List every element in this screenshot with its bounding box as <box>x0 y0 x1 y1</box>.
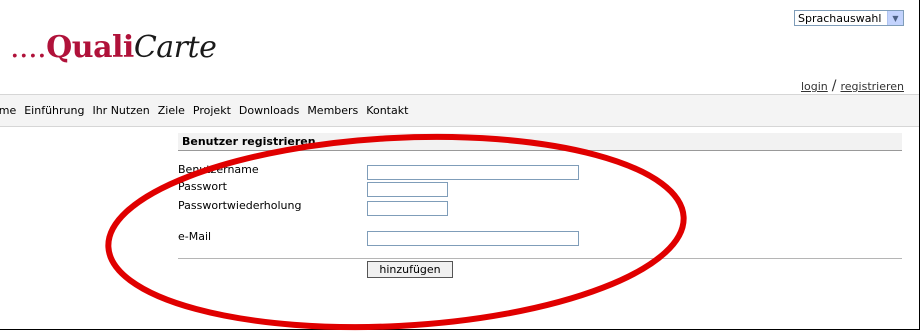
chevron-down-icon[interactable]: ▼ <box>887 11 903 25</box>
username-field[interactable] <box>367 165 579 180</box>
logo-carte: Carte <box>133 30 217 65</box>
form-title: Benutzer registrieren <box>178 133 902 151</box>
nav-item-projekt[interactable]: Projekt <box>189 104 235 117</box>
password-field[interactable] <box>367 182 448 197</box>
auth-separator: / <box>831 78 837 94</box>
nav-item-einfuehrung[interactable]: Einführung <box>20 104 88 117</box>
add-button[interactable]: hinzufügen <box>367 261 453 278</box>
username-label: Benutzername <box>178 163 259 176</box>
nav-item-ziele[interactable]: Ziele <box>154 104 189 117</box>
nav-item-members[interactable]: Members <box>303 104 362 117</box>
form-divider <box>178 258 902 259</box>
nav-item-kontakt[interactable]: Kontakt <box>362 104 412 117</box>
nav-item-home[interactable]: ome <box>0 104 20 117</box>
password-repeat-field[interactable] <box>367 201 448 216</box>
nav-item-ihr-nutzen[interactable]: Ihr Nutzen <box>88 104 153 117</box>
language-select-value: Sprachauswahl <box>798 11 882 25</box>
language-select[interactable]: Sprachauswahl ▼ <box>794 10 904 26</box>
password-label: Passwort <box>178 180 227 193</box>
password-repeat-label: Passwortwiederholung <box>178 199 302 212</box>
register-link[interactable]: registrieren <box>841 80 905 93</box>
login-link[interactable]: login <box>801 80 828 93</box>
nav-item-downloads[interactable]: Downloads <box>235 104 303 117</box>
logo-dots: .... <box>10 30 47 65</box>
qualicarte-logo[interactable]: ....QualiCarte <box>10 30 217 65</box>
email-field[interactable] <box>367 231 579 246</box>
email-label: e-Mail <box>178 230 212 243</box>
logo-quali: Quali <box>46 30 134 65</box>
auth-links: login / registrieren <box>801 78 904 94</box>
main-navigation: ome Einführung Ihr Nutzen Ziele Projekt … <box>0 94 919 127</box>
